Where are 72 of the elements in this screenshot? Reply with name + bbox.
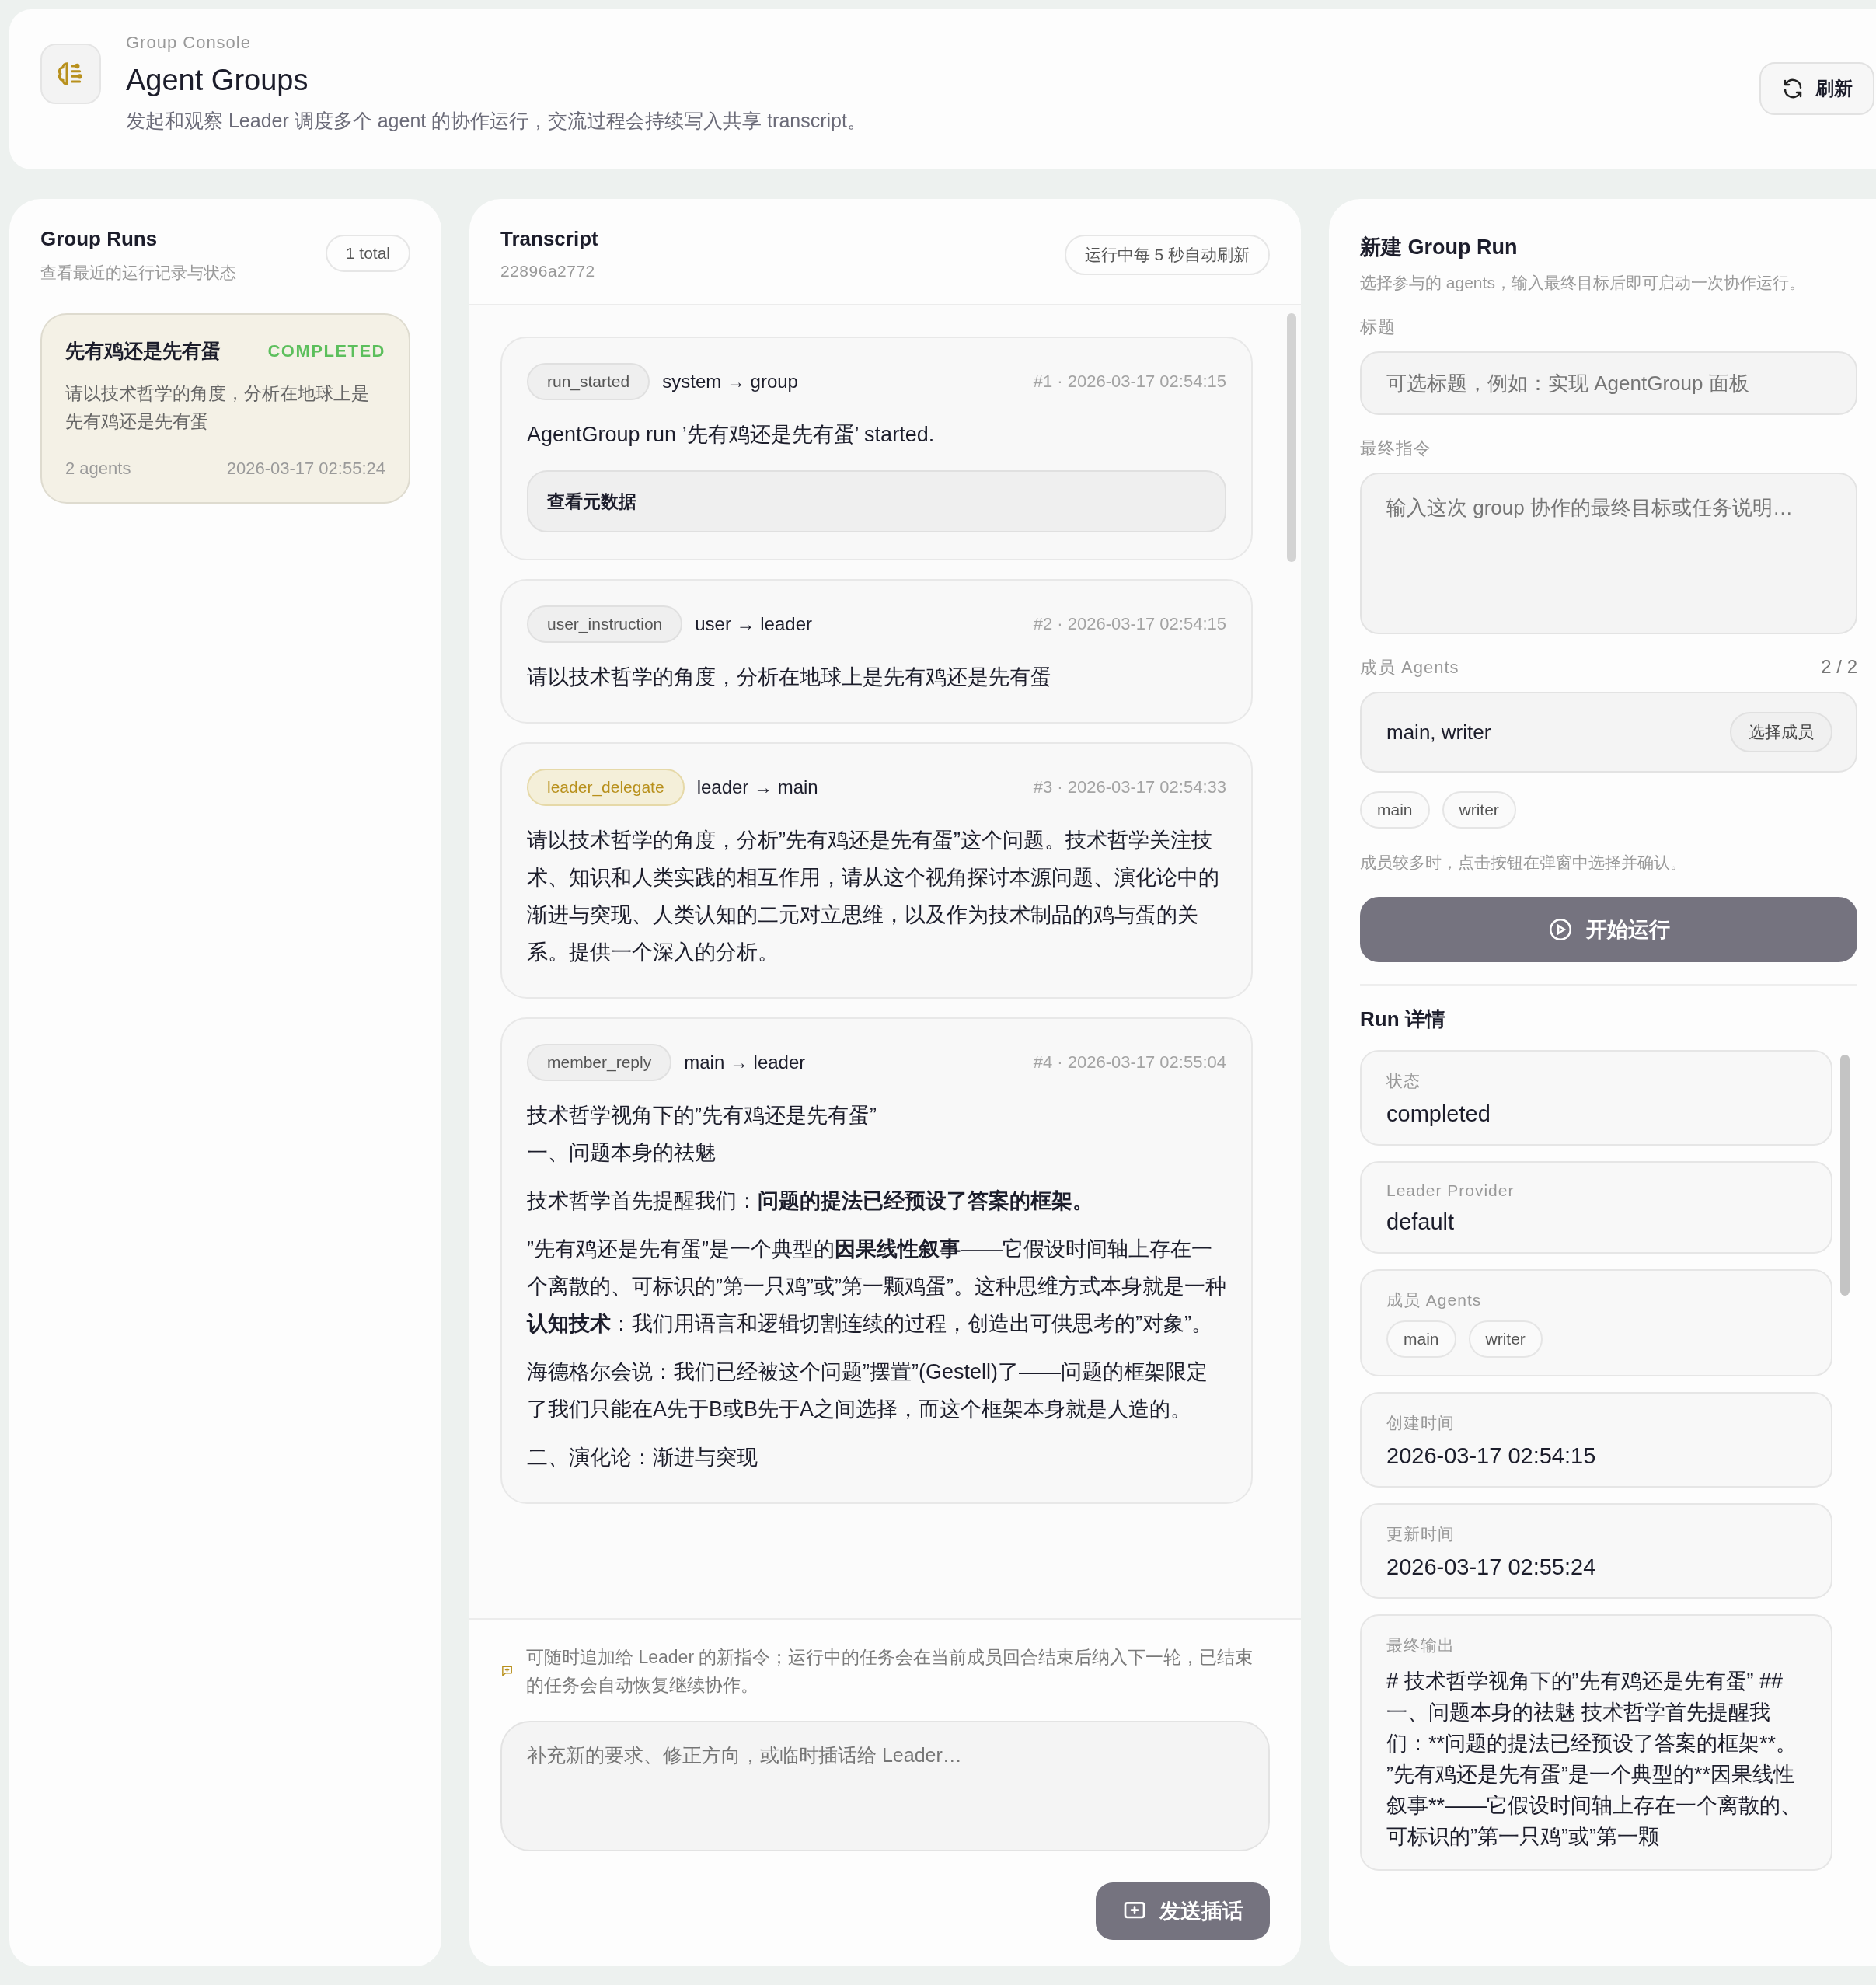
panel-title: Transcript [500,227,598,251]
detail-label: 最终输出 [1386,1635,1456,1655]
message-meta: #3 · 2026-03-17 02:54:33 [1033,777,1226,797]
member-tag: main [1386,1320,1456,1358]
event-tag: run_started [527,363,650,400]
member-count: 2 / 2 [1821,656,1857,678]
message-route: main → leader [684,1052,806,1073]
output-text: # 技术哲学视角下的”先有鸡还是先有蛋” ## 一、问题本身的祛魅 技术哲学首先提醒我们：**问题的提法已经预设了答案的框架**。 ”先有鸡还是先有蛋”是一个典型的**因果线性叙事**——它假设时间轴上存在一个离散的、可标识的”第一只鸡”或”第一颗 [1386,1669,1802,1850]
members-field[interactable]: main, writer 选择成员 [1360,692,1857,773]
event-tag: user_instruction [527,605,683,643]
panel-title: 新建 Group Run [1360,235,1519,260]
detail-value: completed [1386,1101,1491,1127]
detail-label: Leader Provider [1386,1181,1515,1200]
event-tag: leader_delegate [527,769,685,806]
choose-members-button[interactable]: 选择成员 [1730,712,1832,752]
detail-value: 2026-03-17 02:54:15 [1386,1443,1597,1469]
member-tag: main [1360,791,1430,829]
refresh-button[interactable]: 刷新 [1759,62,1874,115]
message-meta: #1 · 2026-03-17 02:54:15 [1033,372,1226,392]
message-meta: #4 · 2026-03-17 02:55:04 [1033,1052,1226,1073]
members-hint: 成员较多时，点击按钮在弹窗中选择并确认。 [1360,853,1687,873]
message-text: 海德格尔会说：我们已经被这个问题”摆置”(Gestell)了——问题的框架限定了我们只能在A先于B或B先于A之间选择，而这个框架本身就是人造的。 [527,1359,1208,1422]
panel-title: Group Runs [40,227,159,251]
composer-hint: 可随时追加给 Leader 的新指令；运行中的任务会在当前成员回合结束后纳入下一轮，已结束的任务会自动恢复继续协作。 [526,1646,1254,1697]
count-badge: 1 total [325,235,410,272]
message-meta: #2 · 2026-03-17 02:54:15 [1033,614,1226,634]
section-title: Run 详情 [1360,1006,1446,1032]
instruction-field[interactable]: 输入这次 group 协作的最终目标或任务说明… [1360,473,1857,634]
field-label: 标题 [1360,316,1397,338]
scrollbar[interactable] [1840,1055,1850,1296]
title-field[interactable]: 可选标题，例如：实现 AgentGroup 面板 [1360,351,1857,415]
field-label: 最终指令 [1360,438,1432,459]
event-tag: member_reply [527,1044,672,1081]
panel-subtitle: 查看最近的运行记录与状态 [40,263,236,283]
page-title: Agent Groups [126,64,309,97]
detail-label: 状态 [1386,1071,1421,1091]
metadata-toggle[interactable]: 查看元数据 [527,470,1226,532]
message-text: ”先有鸡还是先有蛋”是一个典型的因果线性叙事——它假设时间轴上存在一个离散的、可标识的”第一只鸡”或”第一颗鸡蛋”。这种思维方式本身就是一种认知技术：我们用语言和逻辑切割连续的过程，创造出可供思考的”对象”。 [527,1237,1226,1337]
run-summary: 请以技术哲学的角度，分析在地球上是先有鸡还是先有蛋 [65,382,370,433]
status-label: COMPLETED [267,340,385,361]
detail-label: 更新时间 [1386,1524,1456,1544]
run-card[interactable]: 先有鸡还是先有蛋 COMPLETED 请以技术哲学的角度，分析在地球上是先有鸡还是先有蛋 2 agents 2026-03-17 02:55:24 [40,313,410,504]
message-input[interactable]: 补充新的要求、修正方向，或临时插话给 Leader… [500,1721,1270,1851]
field-label: 成员 Agents [1360,657,1459,679]
message-text: 一、问题本身的祛魅 [527,1140,717,1166]
message-text: AgentGroup run ’先有鸡还是先有蛋’ started. [527,422,936,448]
auto-refresh-badge: 运行中每 5 秒自动刷新 [1064,235,1270,275]
scrollbar[interactable] [1287,313,1296,562]
message-route: user → leader [695,613,812,635]
member-tag: writer [1468,1320,1543,1358]
page-subtitle: 发起和观察 Leader 调度多个 agent 的协作运行，交流过程会持续写入共享 transcript。 [126,109,867,133]
message-text: 技术哲学首先提醒我们：问题的提法已经预设了答案的框架。 [527,1188,1094,1214]
panel-subtitle: 选择参与的 agents，输入最终目标后即可启动一次协作运行。 [1360,273,1806,293]
message-text: 请以技术哲学的角度，分析”先有鸡还是先有蛋”这个问题。技术哲学关注技术、知识和人类实践的相互作用，请从这个视角探讨本源问题、演化论中的渐进与突现、人类认知的二元对立思维，以及作为技术制品的鸡与蛋的关系。提供一个深入的分析。 [527,828,1220,965]
message-text: 技术哲学视角下的”先有鸡还是先有蛋” [527,1103,877,1129]
detail-label: 创建时间 [1386,1413,1456,1433]
play-icon [1547,916,1574,943]
run-time: 2026-03-17 02:55:24 [226,459,385,479]
detail-value: default [1386,1209,1456,1235]
detail-label: 成员 Agents [1386,1290,1483,1310]
message-route: leader → main [696,776,818,798]
eyebrow-label: Group Console [126,33,252,53]
run-title: 先有鸡还是先有蛋 [65,339,221,363]
message-text: 二、演化论：渐进与突现 [527,1445,758,1470]
agent-count: 2 agents [65,459,131,479]
message-text: 请以技术哲学的角度，分析在地球上是先有鸡还是先有蛋 [527,665,1052,690]
send-button[interactable]: 发送插话 [1096,1882,1270,1940]
member-tag: writer [1442,791,1516,829]
message-route: system → group [662,371,798,392]
start-button[interactable]: 开始运行 [1360,897,1857,962]
run-id: 22896a2772 [500,262,596,281]
detail-value: 2026-03-17 02:55:24 [1386,1554,1597,1580]
